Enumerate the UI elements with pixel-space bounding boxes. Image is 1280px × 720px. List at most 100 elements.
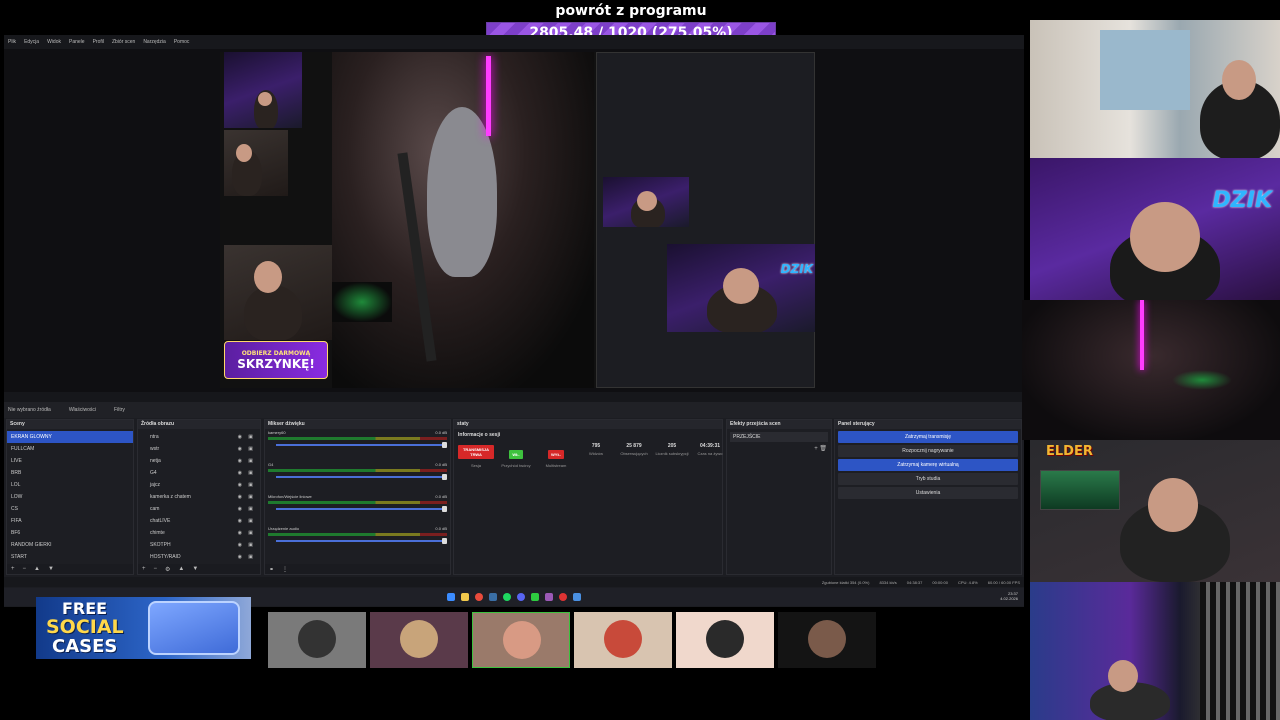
lock-icon[interactable]: ▣ <box>248 446 253 452</box>
eye-icon[interactable]: ◉ <box>238 458 242 464</box>
promo-line2: SKRZYNKĘ! <box>237 356 315 371</box>
down-icon[interactable]: ▼ <box>192 566 198 572</box>
eye-icon[interactable]: ◉ <box>238 506 242 512</box>
slider-knob[interactable] <box>442 506 447 512</box>
no-source-selected: Nie wybrano źródła <box>8 407 51 413</box>
menu-view[interactable]: Widok <box>47 39 61 45</box>
control-button[interactable]: Zatrzymaj transmisję <box>838 431 1018 443</box>
lock-icon[interactable]: ▣ <box>248 434 253 440</box>
lock-icon[interactable]: ▣ <box>248 518 253 524</box>
scene-item[interactable]: BF6 <box>7 527 133 539</box>
eye-icon[interactable]: ◉ <box>238 494 242 500</box>
gear-icon[interactable]: ⚙ <box>165 566 170 573</box>
source-item[interactable]: wstr ◉ ▣ <box>138 443 260 455</box>
eye-icon[interactable]: ◉ <box>238 554 242 560</box>
menu-file[interactable]: Plik <box>8 39 16 45</box>
app-blue-icon[interactable] <box>573 593 581 601</box>
stat-badge: TRANSMISJA TRWA <box>458 445 494 459</box>
menu-dots-icon[interactable]: ⋮ <box>282 566 288 573</box>
scene-item[interactable]: LOL <box>7 479 133 491</box>
volume-slider[interactable] <box>276 474 447 480</box>
transition-select[interactable]: PRZEJŚCIE <box>730 432 828 442</box>
slider-knob[interactable] <box>442 442 447 448</box>
menu-profile[interactable]: Profil <box>93 39 104 45</box>
control-button[interactable]: Rozpocznij nagrywanie <box>838 445 1018 457</box>
scene-item[interactable]: RANDOM GIERKI <box>7 539 133 551</box>
app-purple-icon[interactable] <box>545 593 553 601</box>
source-item[interactable]: HOSTY/RAID ◉ ▣ <box>138 551 260 563</box>
control-button[interactable]: Ustawienia <box>838 487 1018 499</box>
eye-icon[interactable]: ◉ <box>238 530 242 536</box>
file-explorer-icon[interactable] <box>461 593 469 601</box>
app-green-icon[interactable] <box>531 593 539 601</box>
lock-icon[interactable]: ▣ <box>248 470 253 476</box>
volume-slider[interactable] <box>276 442 447 448</box>
scene-item[interactable]: EKRAN GLOWNY <box>7 431 133 443</box>
source-item[interactable]: chatLIVE ◉ ▣ <box>138 515 260 527</box>
menu-help[interactable]: Pomoc <box>174 39 190 45</box>
preview-area[interactable]: ODBIERZ DARMOWĄ SKRZYNKĘ! DZIK <box>4 49 1024 392</box>
source-item[interactable]: G4 ◉ ▣ <box>138 467 260 479</box>
windows-start-icon[interactable] <box>447 593 455 601</box>
eye-icon[interactable]: ◉ <box>238 518 242 524</box>
down-icon[interactable]: ▼ <box>48 566 54 572</box>
add-scene-icon[interactable]: + <box>11 566 15 572</box>
spotify-icon[interactable] <box>503 593 511 601</box>
link-icon[interactable]: ⚭ <box>269 566 274 573</box>
slider-knob[interactable] <box>442 474 447 480</box>
source-item[interactable]: chimte ◉ ▣ <box>138 527 260 539</box>
chrome-icon[interactable] <box>475 593 483 601</box>
control-button[interactable]: Tryb studia <box>838 473 1018 485</box>
eye-icon[interactable]: ◉ <box>238 446 242 452</box>
steam-icon[interactable] <box>489 593 497 601</box>
eye-icon[interactable]: ◉ <box>238 482 242 488</box>
menu-scene-collection[interactable]: Zbiór scen <box>112 39 135 45</box>
scene-item[interactable]: BRB <box>7 467 133 479</box>
source-item[interactable]: netja ◉ ▣ <box>138 455 260 467</box>
properties-button[interactable]: Właściwości <box>69 407 96 413</box>
volume-slider[interactable] <box>276 506 447 512</box>
app-red-icon[interactable] <box>559 593 567 601</box>
cam-bottom-room <box>1030 582 1280 720</box>
lock-icon[interactable]: ▣ <box>248 458 253 464</box>
lock-icon[interactable]: ▣ <box>248 530 253 536</box>
scene-item[interactable]: FIFA <box>7 515 133 527</box>
scene-item[interactable]: FULLCAM <box>7 443 133 455</box>
scene-item[interactable]: START <box>7 551 133 563</box>
source-item[interactable]: cam ◉ ▣ <box>138 503 260 515</box>
lock-icon[interactable]: ▣ <box>248 494 253 500</box>
up-icon[interactable]: ▲ <box>34 566 40 572</box>
filters-button[interactable]: Filtry <box>114 407 125 413</box>
thumb-cam-3 <box>224 245 332 340</box>
source-item[interactable]: ntra ◉ ▣ <box>138 431 260 443</box>
mixer-header: Mikser dźwięku <box>265 420 450 429</box>
lock-icon[interactable]: ▣ <box>248 482 253 488</box>
source-item[interactable]: jajcz ◉ ▣ <box>138 479 260 491</box>
menubar: Plik Edycja Widok Panele Profil Zbiór sc… <box>4 35 1024 49</box>
lock-icon[interactable]: ▣ <box>248 554 253 560</box>
menu-docks[interactable]: Panele <box>69 39 85 45</box>
lock-icon[interactable]: ▣ <box>248 542 253 548</box>
control-button[interactable]: Zatrzymaj kamerę wirtualną <box>838 459 1018 471</box>
lock-icon[interactable]: ▣ <box>248 506 253 512</box>
add-transition-icon[interactable]: + <box>814 446 818 452</box>
source-item[interactable]: kamerka z chatem ◉ ▣ <box>138 491 260 503</box>
system-tray[interactable]: 23:37 4.02.2026 <box>1000 591 1018 601</box>
scene-item[interactable]: CS <box>7 503 133 515</box>
up-icon[interactable]: ▲ <box>178 566 184 572</box>
scene-item[interactable]: LIVE <box>7 455 133 467</box>
eye-icon[interactable]: ◉ <box>238 470 242 476</box>
menu-tools[interactable]: Narzędzia <box>143 39 166 45</box>
menu-edit[interactable]: Edycja <box>24 39 39 45</box>
eye-icon[interactable]: ◉ <box>238 542 242 548</box>
discord-icon[interactable] <box>517 593 525 601</box>
scene-item[interactable]: LOW <box>7 491 133 503</box>
remove-scene-icon[interactable]: − <box>23 566 27 572</box>
remove-source-icon[interactable]: − <box>154 566 158 572</box>
source-item[interactable]: SKOTPH ◉ ▣ <box>138 539 260 551</box>
volume-slider[interactable] <box>276 538 447 544</box>
eye-icon[interactable]: ◉ <box>238 434 242 440</box>
remove-transition-icon[interactable]: 🗑 <box>819 446 827 452</box>
slider-knob[interactable] <box>442 538 447 544</box>
add-source-icon[interactable]: + <box>142 566 146 572</box>
